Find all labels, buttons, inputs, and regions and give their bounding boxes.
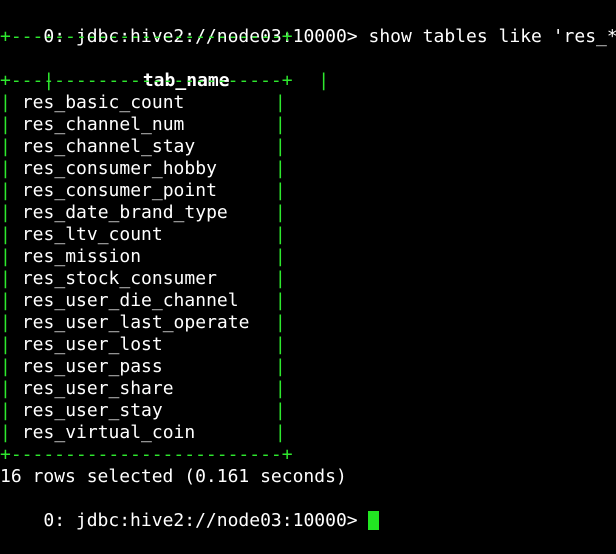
- text-cursor[interactable]: [368, 510, 380, 530]
- table-pipe-left: |: [0, 180, 11, 201]
- table-cell: res_user_die_channel: [21, 290, 239, 311]
- table-pipe-right: |: [274, 356, 286, 377]
- table-pipe-left: |: [0, 224, 11, 245]
- table-row: | res_channel_num |: [0, 114, 286, 136]
- table-pipe-right: |: [274, 114, 286, 135]
- table-pipe-left: |: [0, 290, 11, 311]
- result-summary: 16 rows selected (0.161 seconds): [0, 466, 347, 487]
- table-cell: res_date_brand_type: [21, 202, 228, 223]
- table-pipe-left: |: [0, 312, 11, 333]
- table-pipe-left: |: [0, 400, 11, 421]
- table-row: | res_channel_stay |: [0, 136, 286, 158]
- table-pipe-right: |: [318, 70, 330, 91]
- table-cell: res_user_pass: [21, 356, 163, 377]
- table-row: | res_ltv_count |: [0, 224, 286, 246]
- table-pipe-right: |: [274, 224, 286, 245]
- table-pipe-right: |: [274, 268, 286, 289]
- table-cell: res_ltv_count: [21, 224, 163, 245]
- table-pipe-right: |: [274, 136, 286, 157]
- table-cell: res_consumer_point: [21, 180, 217, 201]
- table-pipe-right: |: [274, 202, 286, 223]
- table-cell: res_user_last_operate: [21, 312, 250, 333]
- table-pipe-right: |: [274, 400, 286, 421]
- table-header-row: | tab_name |: [0, 48, 329, 91]
- table-pipe-right: |: [274, 92, 286, 113]
- command-line: 0: jdbc:hive2://node03:10000> show table…: [0, 4, 616, 47]
- table-cell: res_stock_consumer: [21, 268, 217, 289]
- table-pipe-left: |: [0, 378, 11, 399]
- table-pipe-left: |: [0, 356, 11, 377]
- table-pipe-right: |: [274, 158, 286, 179]
- table-row: | res_mission |: [0, 246, 286, 268]
- table-row: | res_user_die_channel |: [0, 290, 286, 312]
- command-text: show tables like 'res_*';: [357, 26, 616, 47]
- table-row: | res_virtual_coin |: [0, 422, 286, 444]
- table-pipe-left: |: [0, 92, 11, 113]
- table-pipe-left: |: [0, 136, 11, 157]
- table-pipe-right: |: [274, 290, 286, 311]
- table-pipe-left: |: [0, 202, 11, 223]
- table-cell: res_user_lost: [21, 334, 163, 355]
- table-pipe-left: |: [0, 268, 11, 289]
- table-pipe-right: |: [274, 422, 286, 443]
- table-row: | res_stock_consumer |: [0, 268, 286, 290]
- input-line[interactable]: 0: jdbc:hive2://node03:10000>: [0, 488, 380, 531]
- table-pipe-left: |: [0, 422, 11, 443]
- table-pipe-right: |: [274, 246, 286, 267]
- table-pipe-left: |: [0, 334, 11, 355]
- table-row: | res_consumer_hobby |: [0, 158, 286, 180]
- table-row: | res_user_share |: [0, 378, 286, 400]
- table-cell: res_channel_num: [21, 114, 185, 135]
- table-row: | res_user_pass |: [0, 356, 286, 378]
- table-cell: res_virtual_coin: [21, 422, 196, 443]
- table-row: | res_consumer_point |: [0, 180, 286, 202]
- table-pipe-right: |: [274, 334, 286, 355]
- table-border-bottom: +-------------------------+: [0, 444, 293, 465]
- table-cell: res_channel_stay: [21, 136, 196, 157]
- table-cell: res_user_stay: [21, 400, 163, 421]
- table-row: | res_date_brand_type |: [0, 202, 286, 224]
- table-pipe-left: |: [0, 246, 11, 267]
- terminal-window[interactable]: 0: jdbc:hive2://node03:10000> show table…: [0, 0, 616, 531]
- table-pipe-left: |: [0, 114, 11, 135]
- table-pipe-left: |: [0, 158, 11, 179]
- table-pipe-right: |: [274, 378, 286, 399]
- table-cell: res_user_share: [21, 378, 174, 399]
- table-row: | res_user_stay |: [0, 400, 286, 422]
- table-pipe-right: |: [274, 312, 286, 333]
- table-cell: res_mission: [21, 246, 142, 267]
- table-border-mid: +-------------------------+: [0, 70, 293, 91]
- table-row: | res_basic_count |: [0, 92, 286, 114]
- table-cell: res_basic_count: [21, 92, 185, 113]
- table-border-top: +-------------------------+: [0, 26, 293, 47]
- table-cell: res_consumer_hobby: [21, 158, 217, 179]
- table-pipe-right: |: [274, 180, 286, 201]
- table-row: | res_user_lost |: [0, 334, 286, 356]
- final-prompt: 0: jdbc:hive2://node03:10000>: [43, 510, 358, 531]
- table-row: | res_user_last_operate |: [0, 312, 286, 334]
